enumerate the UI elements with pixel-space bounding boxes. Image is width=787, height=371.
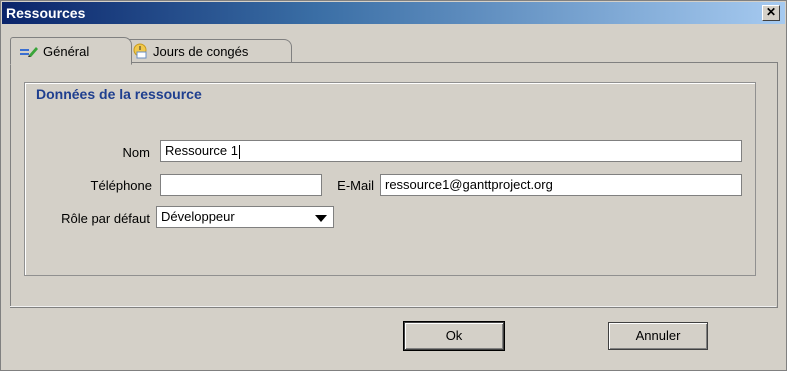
tab-holidays-label: Jours de congés <box>153 43 249 59</box>
tab-general[interactable]: Général <box>10 37 132 65</box>
text-caret <box>238 144 240 159</box>
close-button[interactable]: ✕ <box>762 5 780 21</box>
title-bar: Ressources ✕ <box>2 2 785 24</box>
role-label: Rôle par défaut <box>61 211 150 226</box>
name-input[interactable]: Ressource 1 <box>160 140 742 162</box>
phone-input[interactable] <box>160 174 322 196</box>
name-value: Ressource 1 <box>165 143 238 158</box>
window-title: Ressources <box>6 5 86 21</box>
edit-icon <box>19 44 39 58</box>
tab-strip: Général Jours de congés <box>10 37 770 65</box>
email-value: ressource1@ganttproject.org <box>385 177 553 192</box>
tab-general-label: Général <box>43 43 90 59</box>
chevron-down-icon <box>315 215 327 222</box>
role-dropdown[interactable]: Développeur <box>156 206 334 228</box>
cancel-button[interactable]: Annuler <box>608 322 708 350</box>
tab-holidays[interactable]: Jours de congés <box>122 39 292 62</box>
ok-button[interactable]: Ok <box>403 321 505 351</box>
group-title: Données de la ressource <box>34 86 204 102</box>
separator <box>10 306 776 307</box>
clock-icon <box>131 43 149 59</box>
role-value: Développeur <box>161 209 235 224</box>
name-label: Nom <box>122 145 150 160</box>
email-label: E-Mail <box>337 178 374 193</box>
close-icon: ✕ <box>765 5 777 19</box>
phone-label: Téléphone <box>90 178 152 193</box>
email-input[interactable]: ressource1@ganttproject.org <box>380 174 742 196</box>
